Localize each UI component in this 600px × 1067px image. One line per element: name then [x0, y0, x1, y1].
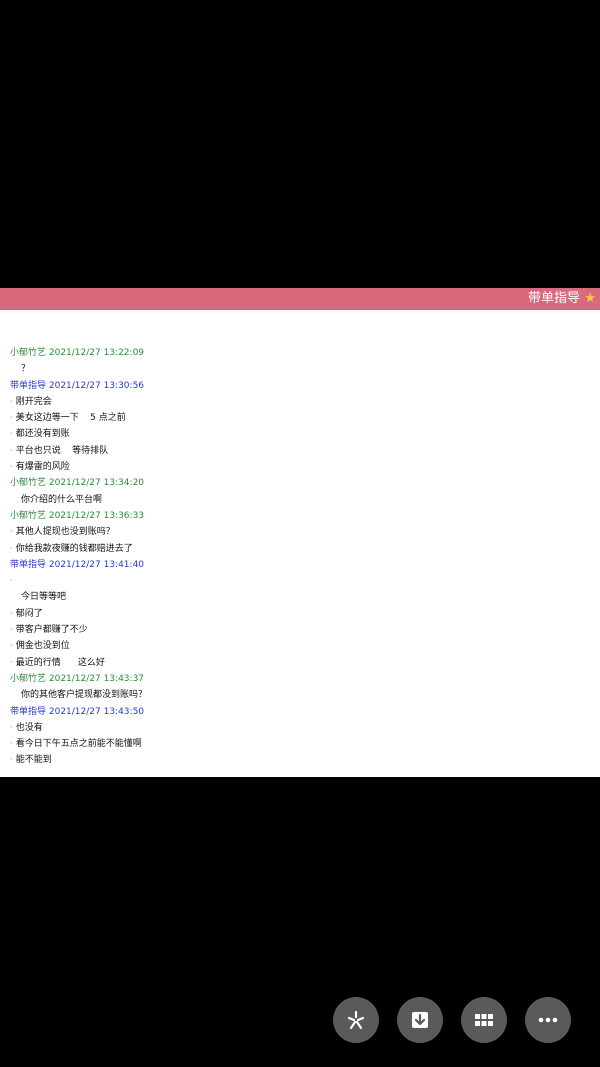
message-line: 你给我款夜赚的钱都赔进去了 [10, 541, 590, 557]
message-line: 今日等等吧 [21, 592, 67, 603]
message-header: 小郁竹艺 2021/12/27 13:36:33 [10, 510, 145, 521]
message-header: 带单指导 2021/12/27 13:30:56 [10, 380, 145, 391]
message-header: 小郁竹艺 2021/12/27 13:43:37 [10, 673, 145, 684]
pinwheel-button[interactable] [333, 997, 379, 1043]
message-line: ？ [21, 364, 31, 375]
message-line: 看今日下午五点之前能不能懂啊 [10, 736, 590, 752]
message-line: 郁闷了 [10, 606, 590, 622]
grid-icon [475, 1014, 493, 1026]
more-button[interactable] [525, 997, 571, 1043]
grid-button[interactable] [461, 997, 507, 1043]
message-list: 小郁竹艺 2021/12/27 13:22:09 ？ 带单指导 2021/12/27… [10, 345, 590, 769]
message-header: 带单指导 2021/12/27 13:41:40 [10, 559, 145, 570]
message-line: 平台也只说 等待排队 [10, 443, 590, 459]
message-line: 刚开完会 [10, 394, 590, 410]
message-header: 小郁竹艺 2021/12/27 13:22:09 [10, 348, 145, 358]
message-line: 其他人提现也没到账吗？ [10, 524, 590, 540]
message-line [10, 573, 590, 589]
message-header: 小郁竹艺 2021/12/27 13:34:20 [10, 478, 145, 489]
message-line: 带客户都赚了不少 [10, 622, 590, 638]
more-dots-icon [538, 1017, 558, 1023]
message-line: 你的其他客户提现都没到账吗？ [21, 690, 148, 701]
message-line: 能不能到 [10, 752, 590, 768]
message-line: 也没有 [10, 720, 590, 736]
message-line: 最近的行情 这么好 [10, 655, 590, 671]
bottom-controls [0, 997, 600, 1043]
title-bar: 带单指导 ★ [0, 288, 600, 310]
message-header: 带单指导 2021/12/27 13:43:50 [10, 706, 145, 717]
download-icon [412, 1012, 428, 1028]
download-button[interactable] [397, 997, 443, 1043]
message-line: 美女这边等一下 5 点之前 [10, 410, 590, 426]
chat-title: 带单指导 [527, 291, 580, 306]
message-line: 你介绍的什么平台啊 [21, 494, 103, 505]
star-icon: ★ [584, 291, 596, 306]
message-line: 都还没有到账 [10, 426, 590, 442]
pinwheel-icon [347, 1010, 365, 1030]
chat-log-card: 带单指导 ★ 小郁竹艺 2021/12/27 13:22:09 ？ 带单指导 202… [0, 288, 600, 777]
message-line: 佣金也没到位 [10, 638, 590, 654]
message-line: 有爆雷的风险 [10, 459, 590, 475]
